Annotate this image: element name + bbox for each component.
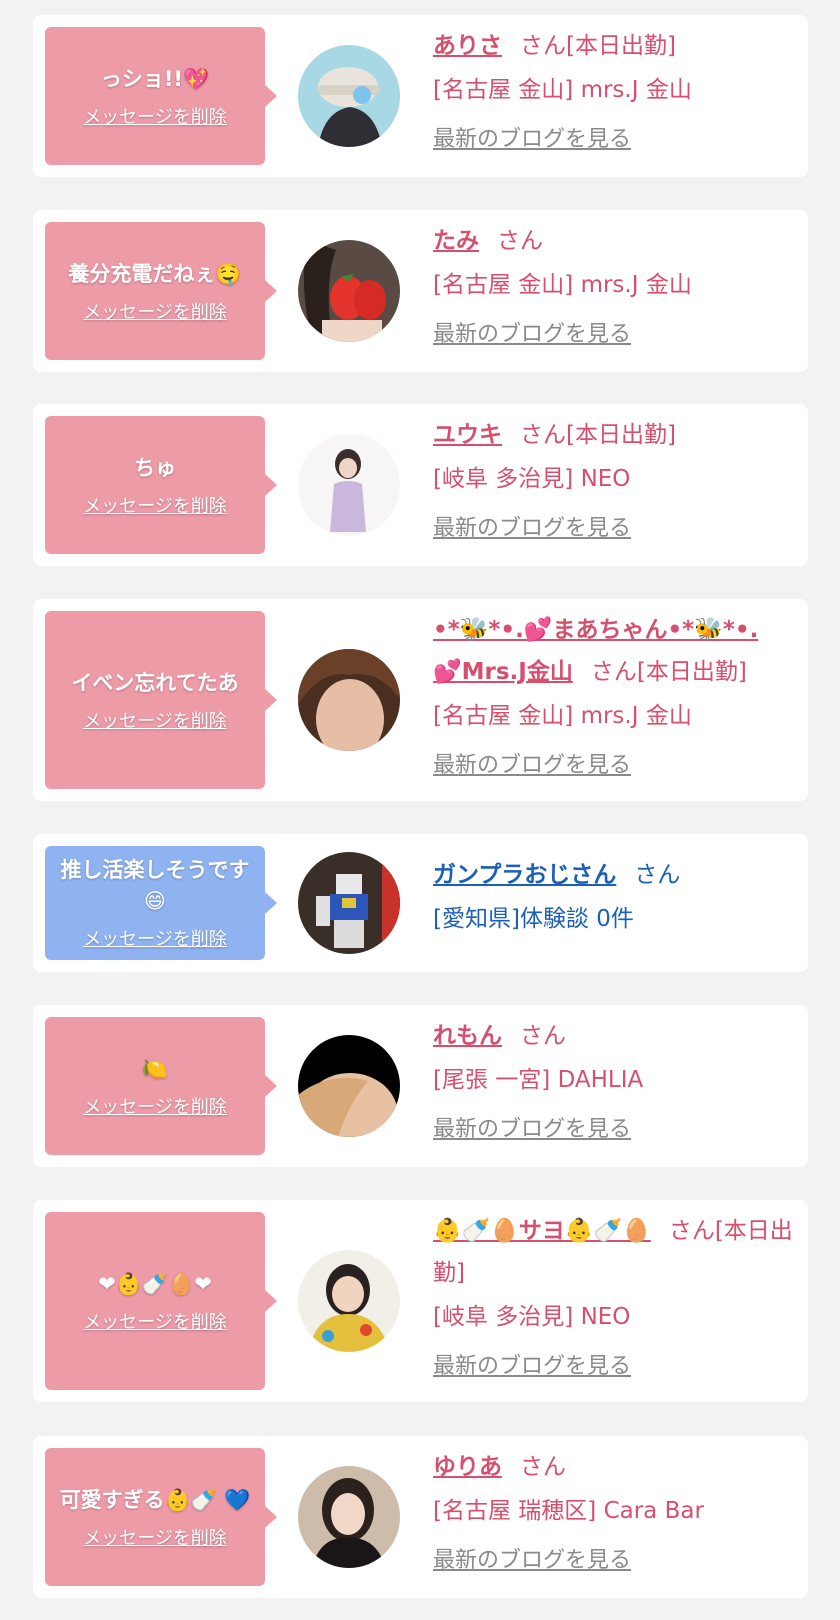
delete-message-link[interactable]: メッセージを削除 — [83, 925, 227, 951]
shop-label: [岐阜 多治見] NEO — [433, 1304, 631, 1330]
shop-label: [尾張 一宮] DAHLIA — [433, 1067, 644, 1093]
avatar[interactable] — [298, 852, 400, 954]
message-text: 推し活楽しそうです 😄 — [60, 858, 250, 913]
favorite-card: っショ!!💖 メッセージを削除 ありさ さん[本日出勤] [名古屋 金山] mrs… — [33, 15, 808, 177]
user-name-link[interactable]: ガンプラおじさん — [433, 862, 616, 888]
cast-info: ゆりあ さん [名古屋 瑞穂区] Cara Bar 最新のブログを見る — [433, 1446, 794, 1588]
favorite-card: ちゅ メッセージを削除 ユウキ さん[本日出勤] [岐阜 多治見] NEO 最新の… — [33, 404, 808, 566]
user-info: ガンプラおじさん さん [愛知県]体験談 0件 — [433, 854, 794, 942]
delete-message-link[interactable]: メッセージを削除 — [83, 707, 227, 733]
delete-message-link[interactable]: メッセージを削除 — [83, 103, 227, 129]
message-text: 可愛すぎる👶🍼 💙 — [59, 1487, 251, 1512]
message-bubble: 養分充電だねぇ🤤 メッセージを削除 — [45, 222, 277, 360]
shop-label: [岐阜 多治見] NEO — [433, 466, 631, 492]
message-bubble: 推し活楽しそうです 😄 メッセージを削除 — [45, 846, 277, 960]
delete-message-link[interactable]: メッセージを削除 — [83, 1524, 227, 1550]
cast-info: ユウキ さん[本日出勤] [岐阜 多治見] NEO 最新のブログを見る — [433, 414, 794, 556]
message-bubble: ちゅ メッセージを削除 — [45, 416, 277, 554]
favorite-card: 可愛すぎる👶🍼 💙 メッセージを削除 ゆりあ さん [名古屋 瑞穂区] Cara … — [33, 1436, 808, 1598]
shop-label: [名古屋 金山] mrs.J 金山 — [433, 703, 692, 729]
cast-name-link[interactable]: 👶🍼🥚サヨ👶🍼🥚 — [433, 1218, 651, 1244]
message-text: イベン忘れてたあ — [71, 670, 239, 695]
avatar[interactable] — [298, 649, 400, 751]
avatar[interactable] — [298, 1466, 400, 1568]
message-text: ちゅ — [134, 455, 176, 480]
shop-label: [名古屋 金山] mrs.J 金山 — [433, 77, 692, 103]
cast-name-link[interactable]: ありさ — [433, 33, 502, 59]
message-text: っショ!!💖 — [100, 66, 210, 91]
avatar[interactable] — [298, 434, 400, 536]
latest-blog-link[interactable]: 最新のブログを見る — [433, 113, 631, 167]
review-count-label: [愛知県]体験談 0件 — [433, 906, 634, 932]
favorite-card: 養分充電だねぇ🤤 メッセージを削除 たみ さん [名古屋 金山] mrs.J 金山… — [33, 210, 808, 372]
message-bubble: っショ!!💖 メッセージを削除 — [45, 27, 277, 165]
favorite-card: ❤👶🍼🥚❤ メッセージを削除 👶🍼🥚サヨ👶🍼🥚 さん[本日出勤] [岐阜 多治見]… — [33, 1200, 808, 1402]
cast-status: さん[本日出勤] — [520, 33, 676, 59]
cast-name-link[interactable]: ゆりあ — [433, 1454, 502, 1480]
cast-name-link[interactable]: れもん — [433, 1023, 502, 1049]
avatar[interactable] — [298, 240, 400, 342]
cast-info: たみ さん [名古屋 金山] mrs.J 金山 最新のブログを見る — [433, 220, 794, 362]
message-bubble: 可愛すぎる👶🍼 💙 メッセージを削除 — [45, 1448, 277, 1586]
cast-name-link[interactable]: ユウキ — [433, 422, 502, 448]
favorite-card: イベン忘れてたあ メッセージを削除 •*🐝*•.💕まあちゃん•*🐝*•. 💕Mr… — [33, 599, 808, 801]
favorite-card: 推し活楽しそうです 😄 メッセージを削除 ガンプラおじさん さん [愛知県]体験談… — [33, 834, 808, 972]
delete-message-link[interactable]: メッセージを削除 — [83, 1093, 227, 1119]
avatar[interactable] — [298, 1250, 400, 1352]
latest-blog-link[interactable]: 最新のブログを見る — [433, 739, 631, 793]
avatar[interactable] — [298, 45, 400, 147]
cast-status: さん — [497, 228, 543, 254]
cast-status: さん — [520, 1454, 566, 1480]
message-bubble: 🍋 メッセージを削除 — [45, 1017, 277, 1155]
latest-blog-link[interactable]: 最新のブログを見る — [433, 502, 631, 556]
message-bubble: ❤👶🍼🥚❤ メッセージを削除 — [45, 1212, 277, 1390]
cast-info: •*🐝*•.💕まあちゃん•*🐝*•. 💕Mrs.J金山 さん[本日出勤] [名古屋… — [433, 609, 794, 793]
message-text: 🍋 — [141, 1056, 169, 1081]
favorite-card: 🍋 メッセージを削除 れもん さん [尾張 一宮] DAHLIA 最新のブログを見… — [33, 1005, 808, 1167]
message-text: ❤👶🍼🥚❤ — [98, 1271, 212, 1296]
cast-info: れもん さん [尾張 一宮] DAHLIA 最新のブログを見る — [433, 1015, 794, 1157]
cast-name-link[interactable]: たみ — [433, 228, 479, 254]
message-bubble: イベン忘れてたあ メッセージを削除 — [45, 611, 277, 789]
cast-info: ありさ さん[本日出勤] [名古屋 金山] mrs.J 金山 最新のブログを見る — [433, 25, 794, 167]
shop-label: [名古屋 金山] mrs.J 金山 — [433, 272, 692, 298]
latest-blog-link[interactable]: 最新のブログを見る — [433, 1103, 631, 1157]
shop-label: [名古屋 瑞穂区] Cara Bar — [433, 1498, 704, 1524]
delete-message-link[interactable]: メッセージを削除 — [83, 492, 227, 518]
delete-message-link[interactable]: メッセージを削除 — [83, 1308, 227, 1334]
latest-blog-link[interactable]: 最新のブログを見る — [433, 1340, 631, 1394]
user-suffix: さん — [634, 862, 681, 888]
latest-blog-link[interactable]: 最新のブログを見る — [433, 1534, 631, 1588]
cast-status: さん[本日出勤] — [520, 422, 676, 448]
delete-message-link[interactable]: メッセージを削除 — [83, 298, 227, 324]
cast-status: さん — [520, 1023, 566, 1049]
cast-info: 👶🍼🥚サヨ👶🍼🥚 さん[本日出勤] [岐阜 多治見] NEO 最新のブログを見る — [433, 1210, 794, 1394]
avatar[interactable] — [298, 1035, 400, 1137]
message-text: 養分充電だねぇ🤤 — [68, 261, 242, 286]
latest-blog-link[interactable]: 最新のブログを見る — [433, 308, 631, 362]
cast-status: さん[本日出勤] — [590, 659, 747, 685]
favorite-list: っショ!!💖 メッセージを削除 ありさ さん[本日出勤] [名古屋 金山] mrs… — [0, 0, 840, 1620]
